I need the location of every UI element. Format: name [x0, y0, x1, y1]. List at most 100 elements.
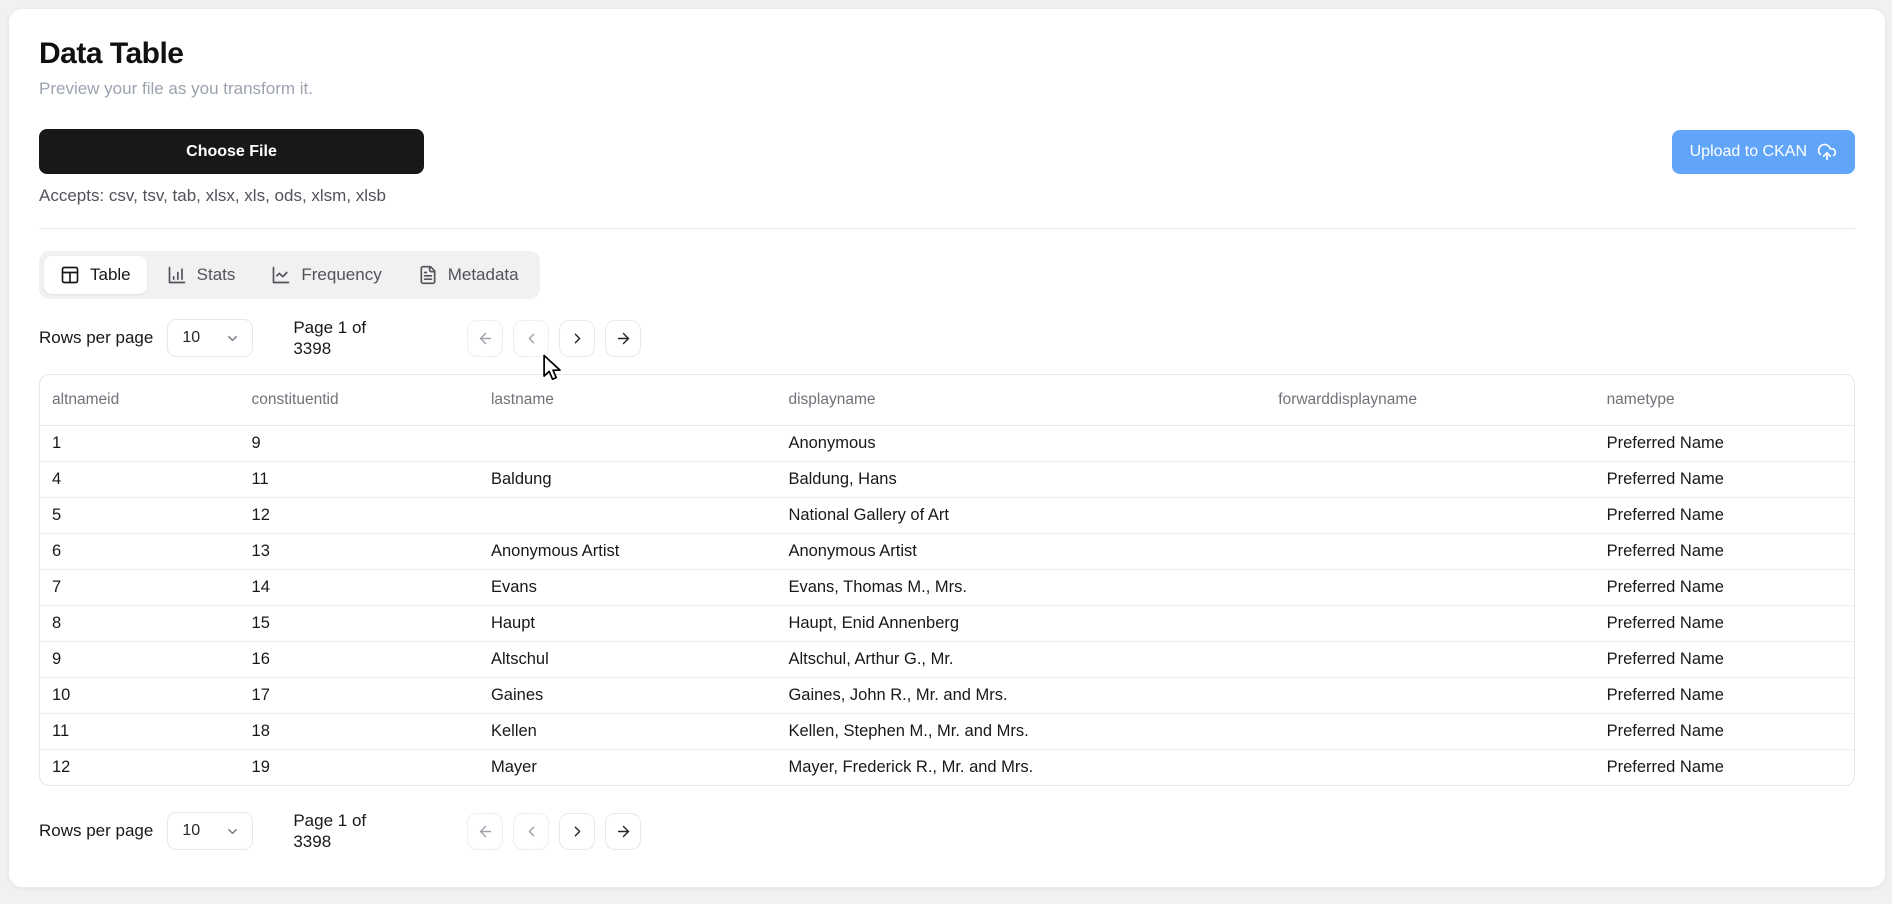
table-cell: Anonymous Artist	[776, 533, 1267, 570]
rows-per-page-label: Rows per page	[39, 328, 154, 348]
page-buttons	[467, 812, 642, 850]
arrow-right-icon	[615, 823, 632, 840]
table-cell	[478, 425, 777, 462]
rows-per-page-select[interactable]: 10	[167, 812, 254, 851]
table-cell: 17	[239, 677, 479, 714]
table-cell	[1266, 641, 1595, 678]
table-cell: Preferred Name	[1594, 605, 1854, 642]
chevron-down-icon	[225, 331, 240, 346]
table-cell: 10	[40, 677, 240, 714]
column-header-forwarddisplayname: forwarddisplayname	[1266, 374, 1595, 426]
table-icon	[60, 265, 80, 285]
table-cell: Baldung, Hans	[776, 461, 1267, 498]
tab-bar: Table Stats Frequency Metadata	[39, 251, 540, 299]
chevron-left-icon	[523, 330, 540, 347]
accepted-formats-text: Accepts: csv, tsv, tab, xlsx, xls, ods, …	[39, 186, 387, 205]
last-page-button[interactable]	[605, 319, 642, 357]
table-cell: Preferred Name	[1594, 425, 1854, 462]
table-cell: 14	[239, 569, 479, 606]
table-cell: Preferred Name	[1594, 713, 1854, 750]
table-cell: 4	[40, 461, 240, 498]
chevron-left-icon	[523, 823, 540, 840]
last-page-button[interactable]	[605, 812, 642, 850]
table-cell: 9	[40, 641, 240, 678]
tab-frequency[interactable]: Frequency	[255, 256, 397, 294]
tab-table[interactable]: Table	[44, 256, 147, 294]
table-cell: Baldung	[478, 461, 777, 498]
table-cell	[1266, 533, 1595, 570]
table-cell: Haupt	[478, 605, 777, 642]
table-cell: 5	[40, 497, 240, 534]
column-header-displayname: displayname	[776, 374, 1267, 426]
table-row: 1 9 Anonymous Preferred Name	[40, 425, 1854, 462]
table-cell: Gaines	[478, 677, 777, 714]
table-cell	[1266, 497, 1595, 534]
table-cell	[1266, 425, 1595, 462]
table-cell	[478, 497, 777, 534]
table-cell: Gaines, John R., Mr. and Mrs.	[776, 677, 1267, 714]
column-header-altnameid: altnameid	[40, 374, 240, 426]
table-cell: 13	[239, 533, 479, 570]
page-title: Data Table	[39, 37, 184, 70]
file-chooser-group: Choose File Accepts: csv, tsv, tab, xlsx…	[39, 129, 424, 206]
page-status: Page 1 of 3398	[293, 318, 367, 359]
previous-page-button[interactable]	[513, 812, 550, 850]
table-cell: Preferred Name	[1594, 569, 1854, 606]
tab-stats[interactable]: Stats	[151, 256, 252, 294]
table-cell: 12	[52, 757, 71, 776]
rows-per-page-value: 10	[182, 329, 201, 347]
tab-stats-label: Stats	[196, 265, 236, 284]
table-cell: Altschul	[478, 641, 777, 678]
previous-page-button[interactable]	[513, 319, 550, 357]
choose-file-button[interactable]: Choose File	[39, 129, 424, 174]
data-table: altnameid constituentid lastname display…	[39, 373, 1855, 786]
pagination-bottom: Rows per page 10 Page 1 of 3398	[39, 810, 1855, 853]
table-cell: Anonymous Artist	[478, 533, 777, 570]
chevron-right-icon	[569, 823, 586, 840]
rows-per-page-label: Rows per page	[39, 821, 154, 841]
table-cell: Evans, Thomas M., Mrs.	[776, 569, 1267, 606]
table-cell: 9	[239, 425, 479, 462]
arrow-left-icon	[477, 330, 494, 347]
table-cell	[1266, 569, 1595, 606]
next-page-button[interactable]	[559, 812, 596, 850]
table-row: 6 13 Anonymous Artist Anonymous Artist Prefe…	[40, 533, 1854, 570]
page-buttons	[467, 319, 642, 357]
column-header-constituentid: constituentid	[239, 374, 479, 426]
tab-frequency-label: Frequency	[301, 265, 382, 284]
table-row: 9 16 Altschul Altschul, Arthur G., Mr. Prefe…	[40, 641, 1854, 678]
rows-per-page-select[interactable]: 10	[167, 319, 254, 358]
arrow-left-icon	[477, 823, 494, 840]
column-header-lastname: lastname	[478, 374, 777, 426]
page-subtitle: Preview your file as you transform it.	[39, 79, 313, 98]
table-cell: Anonymous	[776, 425, 1267, 462]
bar-chart-icon	[167, 265, 187, 285]
column-header-nametype: nametype	[1594, 374, 1854, 426]
arrow-right-icon	[615, 330, 632, 347]
upload-to-ckan-button[interactable]: Upload to CKAN	[1671, 130, 1855, 174]
first-page-button[interactable]	[467, 812, 504, 850]
table-cell: 11	[40, 713, 240, 750]
table-cell: 7	[40, 569, 240, 606]
tab-table-label: Table	[90, 265, 131, 284]
first-page-button[interactable]	[467, 319, 504, 357]
tab-metadata-label: Metadata	[447, 265, 519, 284]
table-row: 5 12 National Gallery of Art Preferred Name	[40, 497, 1854, 534]
upload-row: Choose File Accepts: csv, tsv, tab, xlsx…	[39, 129, 1855, 206]
table-body: 1 9 Anonymous Preferred Name 4 11 Baldung Baldu…	[40, 425, 1854, 785]
table-cell: 11	[239, 461, 479, 498]
cloud-upload-icon	[1817, 142, 1837, 162]
table-cell: 12	[239, 497, 479, 534]
tab-metadata[interactable]: Metadata	[402, 256, 535, 294]
page-status: Page 1 of 3398	[293, 811, 367, 852]
pagination-top: Rows per page 10 Page 1 of 3398	[39, 317, 1855, 360]
table-cell: Preferred Name	[1594, 461, 1854, 498]
table-cell	[1266, 605, 1595, 642]
table-cell: 1	[40, 425, 240, 462]
file-text-icon	[418, 265, 438, 285]
next-page-button[interactable]	[559, 319, 596, 357]
table-cell: Preferred Name	[1606, 757, 1724, 776]
table-cell: 19	[251, 757, 270, 776]
rows-per-page-value: 10	[182, 822, 201, 840]
table-cell: Altschul, Arthur G., Mr.	[776, 641, 1267, 678]
